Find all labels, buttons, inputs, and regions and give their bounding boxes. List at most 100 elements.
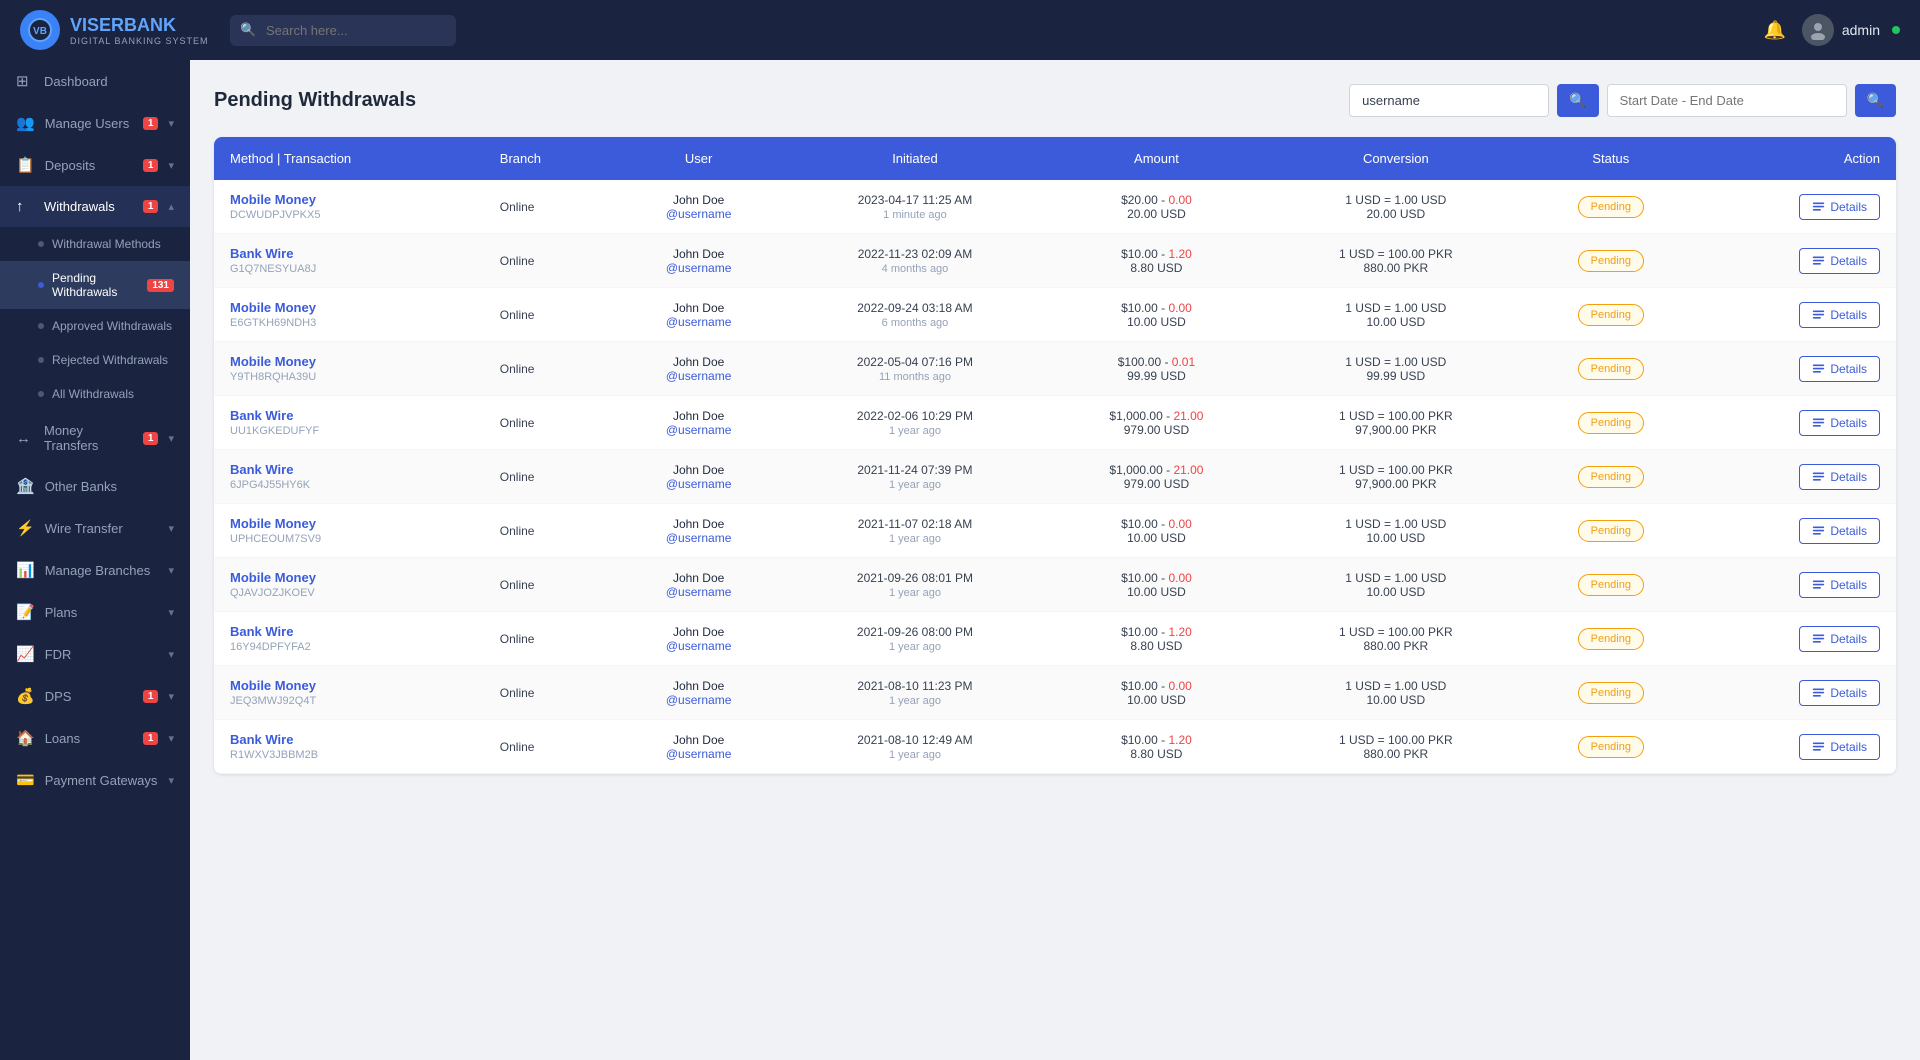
user-link[interactable]: @username [629, 423, 769, 437]
details-button[interactable]: Details [1799, 680, 1880, 706]
method-name[interactable]: Mobile Money [230, 300, 468, 315]
sidebar-item-wire-transfer[interactable]: ⚡ Wire Transfer ▾ [0, 507, 190, 549]
cell-conversion: 1 USD = 100.00 PKR 880.00 PKR [1267, 234, 1524, 288]
chevron-down-icon: ▾ [168, 732, 174, 745]
cell-branch: Online [484, 558, 613, 612]
date-text: 2022-09-24 03:18 AM [801, 301, 1030, 315]
sidebar-item-fdr[interactable]: 📈 FDR ▾ [0, 633, 190, 675]
date-text: 2022-05-04 07:16 PM [801, 355, 1030, 369]
global-search-input[interactable] [230, 15, 456, 46]
method-name[interactable]: Bank Wire [230, 624, 468, 639]
user-link[interactable]: @username [629, 261, 769, 275]
sidebar-item-other-banks[interactable]: 🏦 Other Banks [0, 465, 190, 507]
details-button[interactable]: Details [1799, 572, 1880, 598]
search-wrap: 🔍 [230, 15, 456, 46]
user-link[interactable]: @username [629, 585, 769, 599]
table-header-row: Method | Transaction Branch User Initiat… [214, 137, 1896, 180]
cell-initiated: 2021-08-10 12:49 AM 1 year ago [785, 720, 1046, 774]
sidebar-item-manage-branches[interactable]: 📊 Manage Branches ▾ [0, 549, 190, 591]
details-button[interactable]: Details [1799, 518, 1880, 544]
bullet-icon [38, 323, 44, 329]
status-badge: Pending [1578, 196, 1644, 218]
sidebar-item-manage-users[interactable]: 👥 Manage Users 1 ▾ [0, 102, 190, 144]
details-button[interactable]: Details [1799, 248, 1880, 274]
user-link[interactable]: @username [629, 477, 769, 491]
details-button[interactable]: Details [1799, 194, 1880, 220]
dps-icon: 💰 [16, 687, 35, 705]
sidebar-item-deposits[interactable]: 📋 Deposits 1 ▾ [0, 144, 190, 186]
sidebar-item-label: Rejected Withdrawals [52, 353, 168, 367]
cell-action: Details [1697, 612, 1896, 666]
cell-user: John Doe @username [613, 612, 785, 666]
date-range-input[interactable] [1607, 84, 1847, 117]
chevron-down-icon: ▾ [168, 432, 174, 445]
cell-method: Mobile Money Y9TH8RQHA39U [214, 342, 484, 396]
sidebar-item-rejected-withdrawals[interactable]: Rejected Withdrawals [0, 343, 190, 377]
sidebar-item-approved-withdrawals[interactable]: Approved Withdrawals [0, 309, 190, 343]
details-button[interactable]: Details [1799, 626, 1880, 652]
date-search-button[interactable]: 🔍 [1855, 84, 1896, 117]
sidebar-item-label: Other Banks [45, 479, 174, 494]
sidebar-item-plans[interactable]: 📝 Plans ▾ [0, 591, 190, 633]
user-link[interactable]: @username [629, 207, 769, 221]
details-button[interactable]: Details [1799, 410, 1880, 436]
sidebar-item-label: Loans [45, 731, 133, 746]
sidebar-item-dps[interactable]: 💰 DPS 1 ▾ [0, 675, 190, 717]
sidebar-item-label: Deposits [45, 158, 133, 173]
user-link[interactable]: @username [629, 639, 769, 653]
sidebar-item-dashboard[interactable]: ⊞ Dashboard [0, 60, 190, 102]
method-name[interactable]: Mobile Money [230, 516, 468, 531]
method-name[interactable]: Mobile Money [230, 192, 468, 207]
user-link[interactable]: @username [629, 531, 769, 545]
converted-amount: 880.00 PKR [1283, 747, 1508, 761]
details-button[interactable]: Details [1799, 302, 1880, 328]
notification-bell-icon[interactable]: 🔔 [1763, 20, 1785, 41]
tx-id: UU1KGKEDUFYF [230, 425, 468, 437]
table-row: Mobile Money E6GTKH69NDH3 Online John Do… [214, 288, 1896, 342]
wire-icon: ⚡ [16, 519, 35, 537]
conversion-rate: 1 USD = 1.00 USD [1283, 571, 1508, 585]
cell-user: John Doe @username [613, 342, 785, 396]
cell-status: Pending [1524, 666, 1697, 720]
col-method: Method | Transaction [214, 137, 484, 180]
username-search-button[interactable]: 🔍 [1557, 84, 1598, 117]
user-name: John Doe [629, 517, 769, 531]
username-filter-input[interactable] [1349, 84, 1549, 117]
sidebar-item-payment-gateways[interactable]: 💳 Payment Gateways ▾ [0, 759, 190, 801]
sidebar-item-money-transfers[interactable]: ↔ Money Transfers 1 ▾ [0, 411, 190, 465]
sidebar-item-withdrawal-methods[interactable]: Withdrawal Methods [0, 227, 190, 261]
sidebar-item-pending-withdrawals[interactable]: Pending Withdrawals 131 [0, 261, 190, 309]
user-link[interactable]: @username [629, 693, 769, 707]
admin-area[interactable]: admin [1802, 14, 1900, 46]
user-link[interactable]: @username [629, 369, 769, 383]
method-name[interactable]: Bank Wire [230, 408, 468, 423]
user-name: John Doe [629, 193, 769, 207]
details-button[interactable]: Details [1799, 356, 1880, 382]
net-amount: 10.00 USD [1061, 693, 1251, 707]
amount-main: $10.00 - 0.00 [1061, 571, 1251, 585]
sidebar-item-withdrawals[interactable]: ↑ Withdrawals 1 ▴ [0, 186, 190, 227]
details-button[interactable]: Details [1799, 734, 1880, 760]
cell-amount: $1,000.00 - 21.00 979.00 USD [1045, 396, 1267, 450]
method-name[interactable]: Bank Wire [230, 246, 468, 261]
user-name: John Doe [629, 625, 769, 639]
user-link[interactable]: @username [629, 747, 769, 761]
cell-branch: Online [484, 396, 613, 450]
method-name[interactable]: Bank Wire [230, 462, 468, 477]
time-ago: 1 year ago [801, 641, 1030, 653]
sidebar-item-all-withdrawals[interactable]: All Withdrawals [0, 377, 190, 411]
method-name[interactable]: Mobile Money [230, 354, 468, 369]
badge: 1 [143, 200, 159, 213]
method-name[interactable]: Bank Wire [230, 732, 468, 747]
table-row: Bank Wire R1WXV3JBBM2B Online John Doe @… [214, 720, 1896, 774]
net-amount: 10.00 USD [1061, 531, 1251, 545]
method-name[interactable]: Mobile Money [230, 570, 468, 585]
user-link[interactable]: @username [629, 315, 769, 329]
conversion-rate: 1 USD = 100.00 PKR [1283, 463, 1508, 477]
sidebar-item-loans[interactable]: 🏠 Loans 1 ▾ [0, 717, 190, 759]
cell-branch: Online [484, 288, 613, 342]
cell-action: Details [1697, 180, 1896, 234]
details-button[interactable]: Details [1799, 464, 1880, 490]
method-name[interactable]: Mobile Money [230, 678, 468, 693]
cell-amount: $10.00 - 0.00 10.00 USD [1045, 288, 1267, 342]
